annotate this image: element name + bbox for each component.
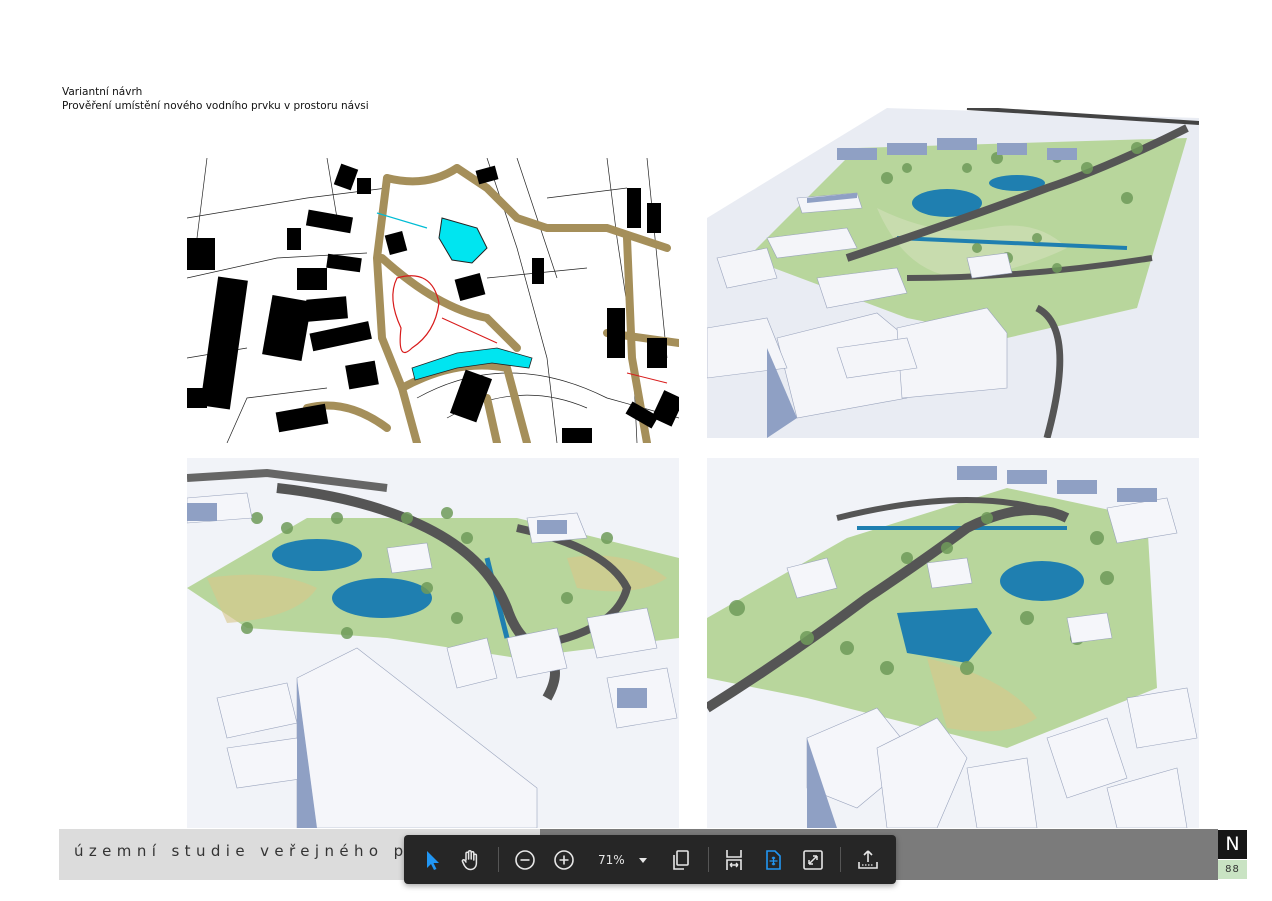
page-layout-button[interactable] [666,845,696,875]
export-button[interactable] [853,845,883,875]
aerial-render-3-svg [707,458,1199,828]
viewer-toolbar: 71% [404,835,896,884]
aerial-render-3 [707,458,1199,828]
heading-line-1: Variantní návrh [62,86,143,98]
fit-page-icon [766,850,781,870]
footer-title: územní studie veřejného pr [74,842,421,860]
pages-icon [673,850,689,870]
zoom-level-value: 71% [598,853,625,867]
zoom-level-dropdown[interactable]: 71% [591,845,659,875]
page-number: 88 [1218,860,1247,879]
zoom-out-icon [515,850,535,870]
hand-tool-button[interactable] [455,845,485,875]
pointer-icon [427,851,439,870]
site-plan-drawing [187,158,679,443]
hand-icon [461,850,478,871]
toolbar-divider [498,847,499,872]
site-plan-svg [187,158,679,443]
chevron-down-icon [638,857,647,863]
upload-icon [858,850,878,869]
fullscreen-button[interactable] [798,845,828,875]
fit-width-icon [726,850,742,870]
select-tool-button[interactable] [417,845,447,875]
fullscreen-icon [803,850,823,870]
aerial-render-2-svg [187,458,679,828]
logo: N [1218,830,1247,859]
toolbar-divider [840,847,841,872]
zoom-in-button[interactable] [549,845,579,875]
fit-width-button[interactable] [719,845,749,875]
zoom-in-icon [554,850,574,870]
aerial-render-1 [707,108,1199,438]
zoom-out-button[interactable] [510,845,540,875]
toolbar-divider [708,847,709,872]
page-heading: Variantní návrh Prověření umístění novéh… [62,85,369,113]
fit-page-button[interactable] [758,845,788,875]
aerial-render-2 [187,458,679,828]
heading-line-2: Prověření umístění nového vodního prvku … [62,100,369,112]
aerial-render-1-svg [707,108,1199,438]
